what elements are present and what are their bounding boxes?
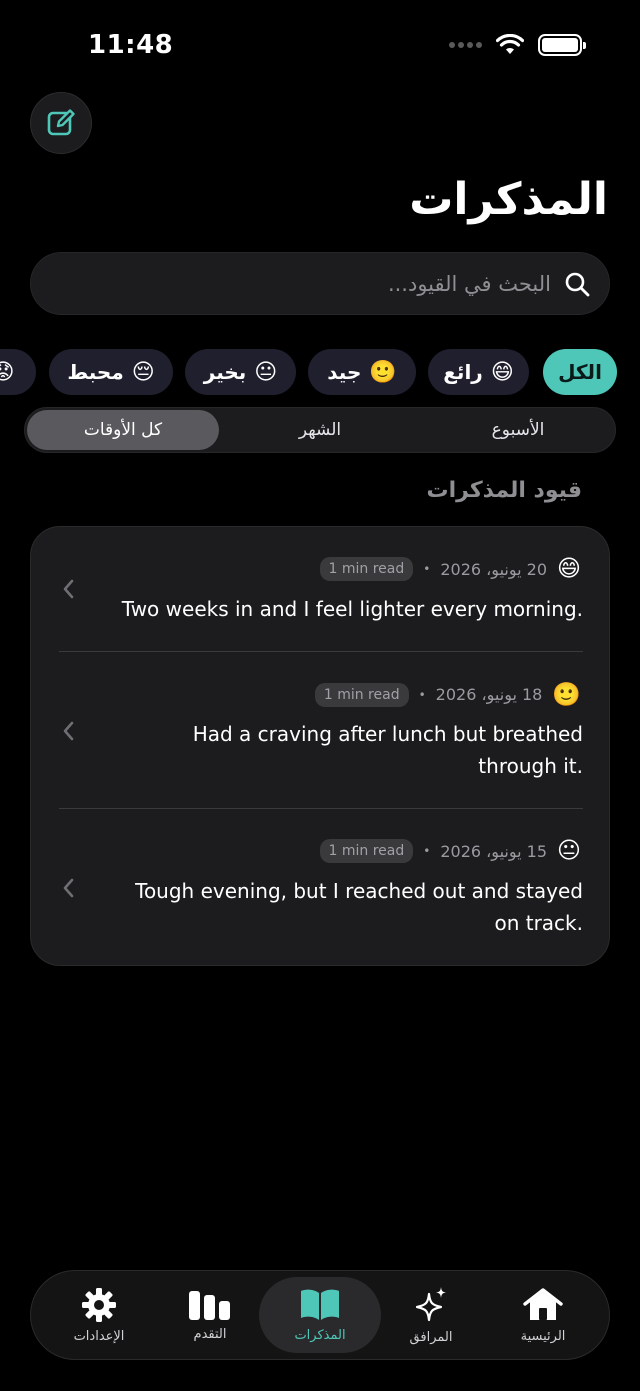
smiling-face-icon: 🙂 — [369, 359, 397, 385]
journal-screen: 11:48 المذكرات البحث في القيود... الكل 😄… — [0, 0, 640, 1391]
filter-chip-great[interactable]: 😄 رائع — [428, 349, 529, 395]
entry-text: Two weeks in and I feel lighter every mo… — [121, 597, 583, 621]
tab-progress[interactable]: التقدم — [154, 1277, 266, 1353]
entry-meta: 😐 15 يونيو، 2026 • 1 min read — [319, 838, 581, 864]
home-icon — [523, 1287, 563, 1320]
segment-all-time[interactable]: كل الأوقات — [27, 410, 219, 450]
grinning-face-icon: 😄 — [490, 359, 514, 385]
neutral-face-icon: 😐 — [557, 838, 581, 864]
entry-date: 18 يونيو، 2026 — [435, 685, 543, 704]
search-input[interactable]: البحث في القيود... — [30, 252, 610, 315]
tab-label: التقدم — [193, 1326, 227, 1342]
new-entry-button[interactable] — [30, 92, 92, 154]
smiling-face-icon: 🙂 — [552, 682, 581, 708]
filter-chip-label: بخير — [203, 360, 247, 384]
chevron-left-icon — [63, 721, 74, 741]
time-range-selector: الأسبوع الشهر كل الأوقات — [24, 407, 616, 453]
read-time-badge: 1 min read — [319, 839, 414, 863]
tab-home[interactable]: الرئيسية — [487, 1277, 599, 1353]
journal-entry[interactable]: 🙂 18 يونيو، 2026 • 1 min read Had a crav… — [31, 652, 611, 808]
wifi-icon — [496, 34, 524, 54]
search-placeholder: البحث في القيود... — [387, 271, 551, 296]
filter-chip-okay[interactable]: 😐 بخير — [185, 349, 296, 395]
tab-label: الإعدادات — [73, 1328, 125, 1344]
segment-week[interactable]: الأسبوع — [425, 410, 611, 450]
pensive-face-icon: 😔 — [131, 359, 155, 385]
filter-chip-label: محبط — [67, 360, 124, 384]
tab-bar: الإعدادات التقدم المذكرات المرافق الرئيس… — [30, 1270, 610, 1360]
entry-meta: 😄 20 يونيو، 2026 • 1 min read — [319, 556, 581, 582]
compose-icon — [47, 109, 75, 136]
tab-label: الرئيسية — [520, 1328, 566, 1344]
segment-month[interactable]: الشهر — [227, 410, 413, 450]
filter-chip-label: الكل — [558, 360, 602, 384]
filter-chip-label: رائع — [443, 360, 483, 384]
status-indicators — [449, 34, 586, 56]
read-time-badge: 1 min read — [319, 557, 414, 581]
filter-chip-down[interactable]: 😔 محبط — [49, 349, 173, 395]
journal-entry[interactable]: 😐 15 يونيو، 2026 • 1 min read Tough even… — [31, 809, 611, 965]
entry-date: 20 يونيو، 2026 — [440, 559, 548, 579]
book-icon — [301, 1289, 339, 1320]
entry-text: Tough evening, but I reached out and sta… — [135, 879, 583, 935]
bar-chart-icon — [189, 1290, 230, 1320]
separator-dot: • — [423, 844, 431, 858]
read-time-badge: 1 min read — [314, 682, 409, 707]
entry-meta: 🙂 18 يونيو، 2026 • 1 min read — [314, 681, 581, 708]
status-time: 11:48 — [88, 30, 174, 60]
entries-card: 😄 20 يونيو، 2026 • 1 min read Two weeks … — [30, 526, 610, 966]
filter-chip-worried[interactable]: 😟 — [0, 349, 36, 395]
neutral-face-icon: 😐 — [254, 359, 278, 385]
grinning-face-icon: 😄 — [557, 556, 581, 582]
entry-date: 15 يونيو، 2026 — [440, 841, 548, 861]
tab-settings[interactable]: الإعدادات — [43, 1277, 155, 1353]
filter-chip-good[interactable]: 🙂 جيد — [308, 349, 416, 395]
search-icon — [563, 270, 591, 298]
tab-companion[interactable]: المرافق — [375, 1277, 487, 1353]
journal-entry[interactable]: 😄 20 يونيو، 2026 • 1 min read Two weeks … — [31, 527, 611, 651]
separator-dot: • — [418, 687, 426, 702]
chevron-left-icon — [63, 878, 74, 898]
separator-dot: • — [423, 562, 431, 576]
mood-filter-bar: الكل 😄 رائع 🙂 جيد 😐 بخير 😔 محبط 😟 — [0, 349, 640, 395]
sparkles-icon — [415, 1286, 446, 1321]
cellular-signal-icon — [449, 42, 482, 48]
gear-icon — [82, 1287, 116, 1322]
battery-icon — [538, 34, 586, 56]
chevron-left-icon — [63, 579, 74, 599]
page-title: المذكرات — [409, 174, 608, 225]
filter-chip-label: جيد — [327, 360, 362, 384]
entry-text: Had a craving after lunch but breathed t… — [192, 722, 583, 778]
tab-label: المرافق — [409, 1329, 453, 1345]
worried-face-icon: 😟 — [0, 359, 15, 385]
filter-chip-all[interactable]: الكل — [543, 349, 617, 395]
tab-label: المذكرات — [294, 1327, 346, 1343]
section-title: قيود المذكرات — [426, 478, 582, 503]
tab-journal[interactable]: المذكرات — [259, 1277, 381, 1353]
